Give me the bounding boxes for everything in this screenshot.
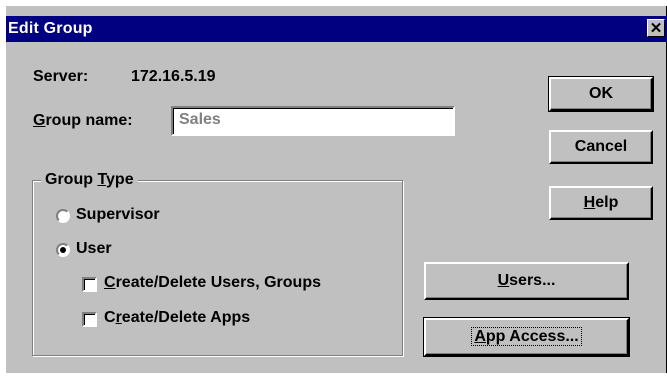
- focus-rectangle: App Access...: [471, 327, 582, 346]
- title-bar: Edit Group ✕: [6, 16, 667, 42]
- users-button[interactable]: Users...: [424, 262, 629, 300]
- radio-supervisor-label[interactable]: Supervisor: [76, 206, 160, 224]
- checkbox-apps-label[interactable]: Create/Delete Apps: [104, 309, 250, 327]
- ok-button[interactable]: OK: [548, 76, 654, 112]
- app-access-button[interactable]: App Access...: [423, 317, 630, 357]
- group-name-label: Group name:: [33, 112, 133, 129]
- cancel-button[interactable]: Cancel: [549, 130, 653, 164]
- radio-selected-dot: [60, 247, 66, 253]
- group-name-input[interactable]: [173, 108, 439, 132]
- group-type-legend: Group Type: [41, 171, 138, 189]
- radio-user-label[interactable]: User: [76, 240, 112, 258]
- edit-group-dialog: Edit Group ✕ Server: 172.16.5.19 Group n…: [6, 6, 667, 373]
- checkbox-icon[interactable]: [82, 312, 97, 327]
- dialog-title: Edit Group: [8, 20, 93, 37]
- checkbox-users-groups-label[interactable]: Create/Delete Users, Groups: [104, 274, 321, 292]
- radio-button-icon[interactable]: [56, 209, 70, 223]
- radio-button-icon[interactable]: [56, 243, 70, 257]
- group-name-field[interactable]: [171, 106, 455, 136]
- close-icon[interactable]: ✕: [647, 19, 665, 37]
- checkbox-icon[interactable]: [82, 277, 97, 292]
- server-label: Server:: [33, 68, 89, 85]
- help-button[interactable]: Help: [549, 186, 653, 220]
- server-value: 172.16.5.19: [131, 68, 216, 85]
